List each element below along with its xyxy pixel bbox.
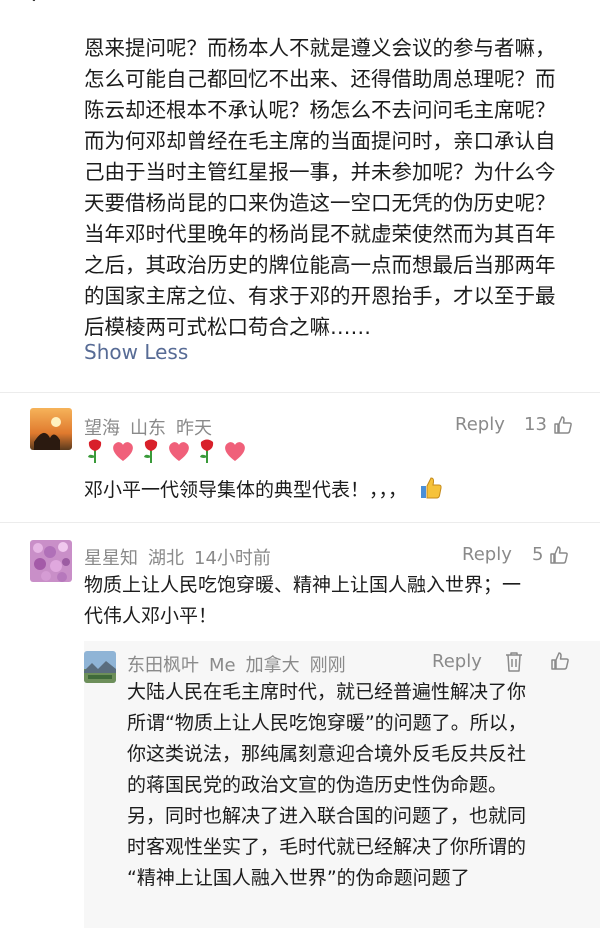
comment-author[interactable]: 望海 xyxy=(84,418,120,439)
comment-time: 昨天 xyxy=(176,418,212,439)
like-button[interactable]: 5 xyxy=(532,544,569,565)
comment-location: 湖北 xyxy=(148,548,184,569)
like-count: 13 xyxy=(524,414,547,435)
comment-time: 14小时前 xyxy=(194,548,271,569)
comment-line: 邓小平一代领导集体的典型代表！，，， xyxy=(84,479,408,501)
delete-icon[interactable] xyxy=(504,651,524,673)
comment-location: 山东 xyxy=(130,418,166,439)
comment-meta: 星星知 湖北 14小时前 xyxy=(84,544,271,570)
divider xyxy=(0,392,600,393)
thumbs-up-emoji-icon xyxy=(421,477,442,499)
heart-icon xyxy=(169,442,189,461)
comment-line: 代伟人邓小平！ xyxy=(84,605,218,627)
back-chevron-icon[interactable] xyxy=(18,0,40,8)
post-line: 己由于当时主管红星报一事，并未参加呢？为什么今 xyxy=(84,160,556,184)
thumbs-up-icon xyxy=(554,415,572,434)
thumbs-up-icon[interactable] xyxy=(550,651,570,671)
reply-line: “精神上让国人融入世界”的伪命题问题了 xyxy=(127,867,470,889)
reply-button[interactable]: Reply xyxy=(432,651,482,672)
reply-line: 所谓“物质上让人民吃饱穿暖”的问题了。所以， xyxy=(127,712,527,734)
comment-text: 邓小平一代领导集体的典型代表！，，， xyxy=(84,475,443,506)
emoji-row xyxy=(84,438,248,464)
avatar[interactable] xyxy=(30,540,72,582)
post-line: 的国家主席之位、有求于邓的开恩抬手，才以至于最 xyxy=(84,284,556,308)
avatar[interactable] xyxy=(84,651,116,683)
divider xyxy=(0,522,600,523)
me-tag: Me xyxy=(209,655,236,676)
post-line: 当年邓时代里晚年的杨尚昆不就虚荣使然而为其百年 xyxy=(84,222,556,246)
comment-line: 物质上让人民吃饱穿暖、精神上让国人融入世界；一 xyxy=(84,574,522,596)
rose-icon xyxy=(144,439,158,463)
reply-button[interactable]: Reply xyxy=(462,544,512,565)
reply-meta: 东田枫叶 Me 加拿大 刚刚 xyxy=(127,651,346,677)
post-line: 后模棱两可式松口苟合之嘛…… xyxy=(84,315,371,339)
rose-icon xyxy=(88,439,102,463)
rose-icon xyxy=(200,439,214,463)
reply-button[interactable]: Reply xyxy=(455,414,505,435)
avatar[interactable] xyxy=(30,408,72,450)
reply-author[interactable]: 东田枫叶 xyxy=(127,655,199,676)
reply-line: 时客观性坐实了，毛时代就已经解决了你所谓的 xyxy=(127,836,527,858)
post-line: 怎么可能自己都回忆不出来、还得借助周总理呢？而 xyxy=(84,67,556,91)
thumbs-up-icon xyxy=(550,545,569,564)
like-button[interactable]: 13 xyxy=(524,414,573,435)
reply-line: 的蒋国民党的政治文宣的伪造历史性伪命题。 xyxy=(127,774,508,796)
like-count: 5 xyxy=(532,544,544,565)
reply-location: 加拿大 xyxy=(245,655,300,676)
post-line: 恩来提问呢？而杨本人不就是遵义会议的参与者嘛， xyxy=(84,36,556,60)
show-less-link[interactable]: Show Less xyxy=(84,340,188,364)
reply-line: 另，同时也解决了进入联合国的问题了，也就同 xyxy=(127,805,527,827)
reply-line: 你这类说法，那纯属刻意迎合境外反毛反共反社 xyxy=(127,743,527,765)
post-line: 之后，其政治历史的牌位能高一点而想最后当那两年 xyxy=(84,253,556,277)
post-paragraph: 恩来提问呢？而杨本人不就是遵义会议的参与者嘛， 怎么可能自己都回忆不出来、还得借… xyxy=(84,33,584,343)
comment-meta: 望海 山东 昨天 xyxy=(84,414,212,440)
post-line: 陈云却还根本不承认呢？杨怎么不去问问毛主席呢？ xyxy=(84,98,556,122)
heart-icon xyxy=(225,442,245,461)
reply-text: 大陆人民在毛主席时代，就已经普遍性解决了你 所谓“物质上让人民吃饱穿暖”的问题了… xyxy=(127,677,527,894)
post-line: 天要借杨尚昆的口来伪造这一空口无凭的伪历史呢？ xyxy=(84,191,556,215)
reply-thread: 东田枫叶 Me 加拿大 刚刚 Reply 大陆人民在毛主席时代，就已经普遍性解决了你 … xyxy=(84,641,600,928)
post-line: 而为何邓却曾经在毛主席的当面提问时，亲口承认自 xyxy=(84,129,556,153)
heart-icon xyxy=(113,442,133,461)
comment-author[interactable]: 星星知 xyxy=(84,548,138,569)
reply-time: 刚刚 xyxy=(309,655,346,676)
comment-text: 物质上让人民吃饱穿暖、精神上让国人融入世界；一 代伟人邓小平！ xyxy=(84,570,521,632)
reply-line: 大陆人民在毛主席时代，就已经普遍性解决了你 xyxy=(127,681,527,703)
